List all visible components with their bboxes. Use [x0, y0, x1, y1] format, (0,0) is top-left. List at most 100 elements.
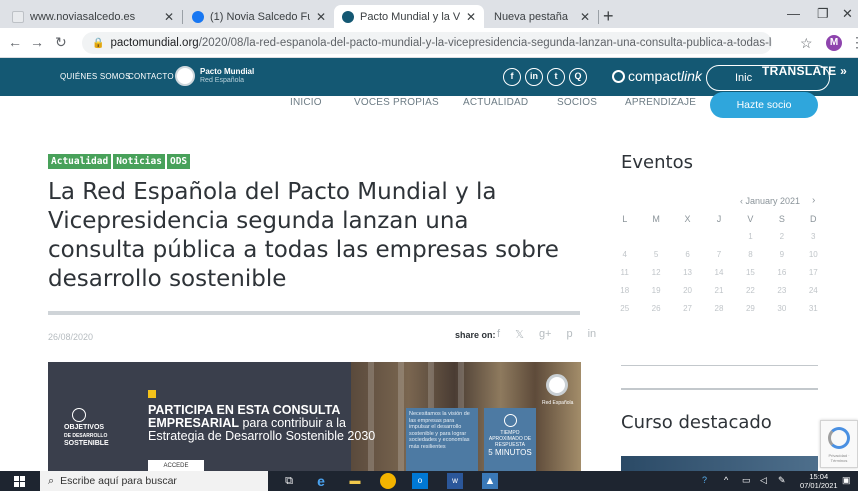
nav-aprendizaje[interactable]: APRENDIZAJE	[625, 97, 696, 108]
edge-icon[interactable]: e	[313, 473, 329, 489]
volume-icon[interactable]: ◁	[760, 475, 767, 486]
calendar-day[interactable]: 30	[766, 300, 797, 318]
tab-noviasalcedo[interactable]: www.noviasalcedo.es ✕	[4, 5, 182, 28]
calendar-day[interactable]: 18	[609, 282, 640, 300]
calendar-weekdays: LMXJVSD	[609, 214, 829, 224]
calendar-day[interactable]: 13	[672, 264, 703, 282]
close-icon[interactable]: ✕	[316, 10, 326, 24]
twitter-share-icon[interactable]: 𝕏	[515, 328, 524, 341]
search-icon[interactable]: Q	[569, 68, 587, 86]
restore-icon[interactable]: ❐	[817, 6, 829, 22]
calendar-day[interactable]: 22	[735, 282, 766, 300]
twitter-icon[interactable]: t	[547, 68, 565, 86]
windows-start-icon[interactable]	[14, 476, 25, 487]
close-icon[interactable]: ✕	[164, 10, 174, 24]
tag-noticias[interactable]: Noticias	[113, 154, 165, 169]
calendar-day[interactable]: 25	[609, 300, 640, 318]
facebook-icon[interactable]: f	[503, 68, 521, 86]
google-plus-share-icon[interactable]: g+	[539, 328, 552, 341]
back-icon[interactable]: ←	[8, 34, 22, 50]
calendar-weekday: M	[652, 214, 660, 224]
nav-voces-propias[interactable]: VOCES PROPIAS	[354, 97, 439, 108]
calendar-day[interactable]: 4	[609, 246, 640, 264]
calendar-day[interactable]: 23	[766, 282, 797, 300]
pactomundial-icon	[342, 10, 354, 23]
pen-icon[interactable]: ✎	[778, 475, 786, 486]
new-tab-button[interactable]: +	[603, 6, 614, 27]
nav-socios[interactable]: SOCIOS	[557, 97, 597, 108]
calendar-day[interactable]: 15	[735, 264, 766, 282]
word-icon[interactable]: w	[447, 473, 463, 489]
calendar-next-icon[interactable]: ›	[812, 195, 815, 206]
calendar-day[interactable]: 12	[640, 264, 671, 282]
nav-actualidad[interactable]: ACTUALIDAD	[463, 97, 528, 108]
calendar-day[interactable]: 17	[798, 264, 829, 282]
url-field[interactable]: 🔒 pactomundial.org /2020/08/la-red-espan…	[82, 32, 772, 54]
facebook-share-icon[interactable]: f	[497, 328, 500, 341]
calendar-day[interactable]: 26	[640, 300, 671, 318]
calendar-day[interactable]: 11	[609, 264, 640, 282]
taskbar-search[interactable]: ⌕ Escribe aquí para buscar	[40, 471, 268, 491]
chrome-icon[interactable]	[380, 473, 396, 489]
calendar-day[interactable]: 6	[672, 246, 703, 264]
forward-icon[interactable]: →	[30, 34, 44, 50]
bookmark-star-icon[interactable]: ☆	[800, 35, 813, 52]
linkedin-share-icon[interactable]: in	[588, 328, 597, 341]
calendar-day[interactable]: 2	[766, 228, 797, 246]
calendar-day[interactable]: 9	[766, 246, 797, 264]
menu-icon[interactable]: ⋮	[850, 34, 858, 51]
calendar-day[interactable]: 21	[703, 282, 734, 300]
hazte-socio-button[interactable]: Hazte socio	[710, 92, 818, 118]
article-banner-image[interactable]: OBJETIVOS DE DESARROLLO SOSTENIBLE PARTI…	[48, 362, 581, 471]
calendar-day[interactable]: 8	[735, 246, 766, 264]
outlook-icon[interactable]: o	[412, 473, 428, 489]
nav-inicio[interactable]: INICIO	[290, 97, 322, 108]
accede-button[interactable]: ACCEDE	[148, 460, 204, 471]
calendar-day[interactable]: 20	[672, 282, 703, 300]
calendar-day[interactable]: 27	[672, 300, 703, 318]
notifications-icon[interactable]: ▣	[842, 475, 851, 486]
reload-icon[interactable]: ↻	[55, 34, 67, 51]
calendar-day[interactable]: 16	[766, 264, 797, 282]
calendar-day[interactable]: 1	[735, 228, 766, 246]
minimize-icon[interactable]: —	[787, 6, 800, 21]
time-label: TIEMPO APROXIMADO DE RESPUESTA	[488, 430, 532, 448]
tab-facebook[interactable]: (1) Novia Salcedo Fundación | Fa ✕	[184, 5, 334, 28]
calendar-day[interactable]: 7	[703, 246, 734, 264]
calendar-day[interactable]: 28	[703, 300, 734, 318]
tab-pactomundial[interactable]: Pacto Mundial y la Vicepresiden ✕	[334, 5, 484, 28]
close-icon[interactable]: ✕	[580, 10, 590, 24]
calendar-day[interactable]: 19	[640, 282, 671, 300]
profile-avatar[interactable]: M	[826, 35, 842, 51]
file-explorer-icon[interactable]: ▬	[347, 473, 363, 489]
site-logo[interactable]: Pacto Mundial Red Española	[175, 66, 254, 86]
calendar-prev-icon[interactable]: ‹	[740, 196, 743, 206]
curso-image[interactable]	[621, 456, 818, 471]
network-icon[interactable]: ▭	[742, 475, 751, 486]
nav-quienes-somos[interactable]: QUIÉNES SOMOS	[60, 72, 131, 81]
calendar-day[interactable]: 29	[735, 300, 766, 318]
recaptcha-badge[interactable]: Privacidad · Términos	[820, 420, 858, 468]
logo-title: Pacto Mundial	[200, 67, 255, 76]
close-window-icon[interactable]: ✕	[842, 6, 853, 22]
tag-actualidad[interactable]: Actualidad	[48, 154, 112, 169]
tray-chevron-icon[interactable]: ^	[724, 475, 728, 485]
calendar-day[interactable]: 5	[640, 246, 671, 264]
translate-button[interactable]: TRANSLATE »	[762, 64, 847, 78]
tag-ods[interactable]: ODS	[166, 154, 191, 169]
calendar-day[interactable]: 10	[798, 246, 829, 264]
calendar-day[interactable]: 14	[703, 264, 734, 282]
task-view-icon[interactable]: ⧉	[281, 473, 297, 489]
calendar-day[interactable]: 31	[798, 300, 829, 318]
linkedin-icon[interactable]: in	[525, 68, 543, 86]
calendar-day[interactable]: 24	[798, 282, 829, 300]
system-clock[interactable]: 15:04 07/01/2021	[800, 472, 838, 490]
help-icon[interactable]: ?	[702, 475, 707, 485]
compactlink-logo[interactable]: compact link	[612, 68, 702, 84]
close-icon[interactable]: ✕	[466, 10, 476, 24]
photos-icon[interactable]: ▲	[482, 473, 498, 489]
pinterest-share-icon[interactable]: p	[566, 328, 572, 341]
tab-new[interactable]: Nueva pestaña ✕	[486, 5, 598, 28]
nav-contacto[interactable]: CONTACTO	[128, 72, 174, 81]
calendar-day[interactable]: 3	[798, 228, 829, 246]
